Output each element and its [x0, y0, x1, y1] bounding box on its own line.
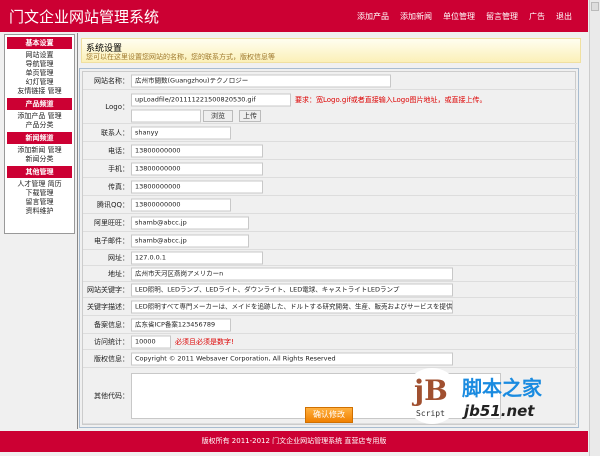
sidebar-heading: 其他管理 — [7, 166, 72, 178]
field-label: 电子邮件： — [94, 236, 129, 245]
field-input[interactable]: 13800000000 — [131, 144, 263, 157]
field-input[interactable]: 広州市天河区燕岗アメリカーn — [131, 267, 453, 280]
field-input[interactable]: 127.0.0.1 — [131, 251, 263, 264]
field-input[interactable]: 13800000000 — [131, 180, 263, 193]
field-label: 关键字描述： — [87, 302, 129, 311]
nav-ads[interactable]: 广告 — [529, 11, 545, 22]
field-label: 传真： — [108, 182, 129, 191]
divider — [77, 33, 78, 429]
scrollbar[interactable] — [589, 0, 600, 456]
form-row: Logo： upLoadfile/201111221500820530.gif 要求… — [83, 90, 577, 124]
form-row: 版权信息： Copyright © 2011 Websaver Corporati… — [83, 350, 577, 368]
field-label: 阿里旺旺： — [94, 218, 129, 227]
field-input[interactable]: shamb@abcc.jp — [131, 216, 249, 229]
field-label: 网站关键字： — [87, 285, 129, 294]
sidebar-item[interactable]: 下载管理 — [5, 189, 74, 198]
upload-button[interactable]: 上传 — [239, 110, 261, 122]
nav-unit-manage[interactable]: 单位管理 — [443, 11, 475, 22]
form-row: 备案信息： 広东省ICP备案123456789 — [83, 316, 577, 334]
field-label: 网站名称： — [94, 76, 129, 85]
page-header: 系统设置 您可以在这里设置您网站的名称，您的联系方式，版权信息等 — [81, 38, 581, 63]
browse-button[interactable]: 浏览 — [203, 110, 233, 122]
form-row: 电话： 13800000000 — [83, 142, 577, 160]
watermark-cn: 脚本之家 — [462, 376, 542, 400]
field-input[interactable]: 広东省ICP备案123456789 — [131, 318, 231, 331]
sidebar-item[interactable]: 网站设置 — [5, 51, 74, 60]
form-row: 手机： 13800000000 — [83, 160, 577, 178]
app-title: 门文企业网站管理系统 — [9, 8, 160, 26]
sidebar: 基本设置网站设置 导航管理 单页管理 幻灯管理 友情链接 管理 产品频道添加产品 管理 产品… — [4, 34, 75, 234]
sidebar-heading: 新闻频道 — [7, 132, 72, 144]
file-input[interactable] — [131, 109, 201, 123]
field-input[interactable]: LED照明すべて専門メーカーは、メイドを追跡した、ドルトする研究開発、生産、販売… — [131, 300, 453, 313]
field-input[interactable]: shanyy — [131, 126, 231, 139]
field-label: 其他代码： — [94, 391, 129, 400]
form-row: 网址： 127.0.0.1 — [83, 250, 577, 266]
form-row: 地址： 広州市天河区燕岗アメリカーn — [83, 266, 577, 282]
form-row: 阿里旺旺： shamb@abcc.jp — [83, 214, 577, 232]
field-input[interactable]: 10000 — [131, 335, 171, 348]
field-note: 必须且必须是数字! — [175, 337, 234, 346]
sidebar-heading: 产品频道 — [7, 98, 72, 110]
nav-add-news[interactable]: 添加新闻 — [400, 11, 432, 22]
form-row: 电子邮件： shamb@abcc.jp — [83, 232, 577, 250]
page-subtitle: 您可以在这里设置您网站的名称，您的联系方式，版权信息等 — [86, 53, 275, 61]
field-input[interactable]: shamb@abcc.jp — [131, 234, 249, 247]
form-row: 访问统计： 10000 必须且必须是数字! — [83, 334, 577, 350]
watermark-logo-mark: jB — [414, 374, 448, 407]
logo-note: 要求：宽Logo.gif或者直接输入Logo图片地址，或直接上传。 — [295, 96, 487, 104]
submit-button[interactable]: 确认修改 — [305, 407, 353, 423]
field-label: 备案信息： — [94, 320, 129, 329]
nav-logout[interactable]: 退出 — [556, 11, 572, 22]
sidebar-item[interactable]: 添加新闻 管理 — [5, 146, 74, 155]
nav-message-manage[interactable]: 留言管理 — [486, 11, 518, 22]
watermark: jB Script 脚本之家 jb51.net — [404, 368, 574, 428]
watermark-en: jb51.net — [464, 402, 535, 420]
field-label: 腾讯QQ： — [96, 200, 129, 209]
field-input[interactable]: 13800000000 — [131, 162, 263, 175]
form-row: 腾讯QQ： 13800000000 — [83, 196, 577, 214]
sidebar-item[interactable]: 留言管理 — [5, 198, 74, 207]
sidebar-item[interactable]: 添加产品 管理 — [5, 112, 74, 121]
sidebar-heading: 基本设置 — [7, 37, 72, 49]
form-row: 网站名称： 広州市闘数(Guangzhou)テクノロジー — [83, 72, 577, 90]
field-label: 手机： — [108, 164, 129, 173]
field-input[interactable]: 広州市闘数(Guangzhou)テクノロジー — [131, 74, 391, 87]
form-row: 关键字描述： LED照明すべて専門メーカーは、メイドを追跡した、ドルトする研究開発… — [83, 298, 577, 316]
sidebar-item[interactable]: 产品分类 — [5, 121, 74, 130]
sidebar-item[interactable]: 新闻分类 — [5, 155, 74, 164]
form-row: 联系人： shanyy — [83, 124, 577, 142]
footer: 版权所有 2011-2012 门文企业网站管理系统 直营店专用版 — [0, 431, 588, 452]
header: 门文企业网站管理系统 添加产品 添加新闻 单位管理 留言管理 广告 退出 — [0, 0, 588, 32]
field-label: Logo： — [105, 102, 129, 111]
form-row: 网站关键字： LED照明、LEDランプ、LEDライト、ダウンライト、LED電球、キ… — [83, 282, 577, 298]
scroll-up-arrow[interactable] — [591, 2, 599, 11]
field-input[interactable]: 13800000000 — [131, 198, 231, 211]
field-input[interactable]: LED照明、LEDランプ、LEDライト、ダウンライト、LED電球、キャストライト… — [131, 283, 453, 296]
sidebar-item[interactable]: 友情链接 管理 — [5, 87, 74, 96]
field-label: 版权信息： — [94, 354, 129, 363]
nav-add-product[interactable]: 添加产品 — [357, 11, 389, 22]
sidebar-item[interactable]: 导航管理 — [5, 60, 74, 69]
field-label: 网址： — [108, 253, 129, 262]
field-input[interactable]: Copyright © 2011 Websaver Corporation, A… — [131, 352, 453, 365]
logo-path-input[interactable]: upLoadfile/201111221500820530.gif — [131, 93, 291, 107]
field-label: 访问统计： — [94, 337, 129, 346]
field-label: 联系人： — [101, 128, 129, 137]
sidebar-item[interactable]: 人才管理 简历 — [5, 180, 74, 189]
field-label: 地址： — [108, 269, 129, 278]
field-label: 电话： — [108, 146, 129, 155]
form-row: 传真： 13800000000 — [83, 178, 577, 196]
sidebar-item[interactable]: 资料维护 — [5, 207, 74, 216]
watermark-script: Script — [416, 409, 445, 418]
sidebar-item[interactable]: 单页管理 — [5, 69, 74, 78]
sidebar-item[interactable]: 幻灯管理 — [5, 78, 74, 87]
top-nav: 添加产品 添加新闻 单位管理 留言管理 广告 退出 — [357, 11, 572, 22]
